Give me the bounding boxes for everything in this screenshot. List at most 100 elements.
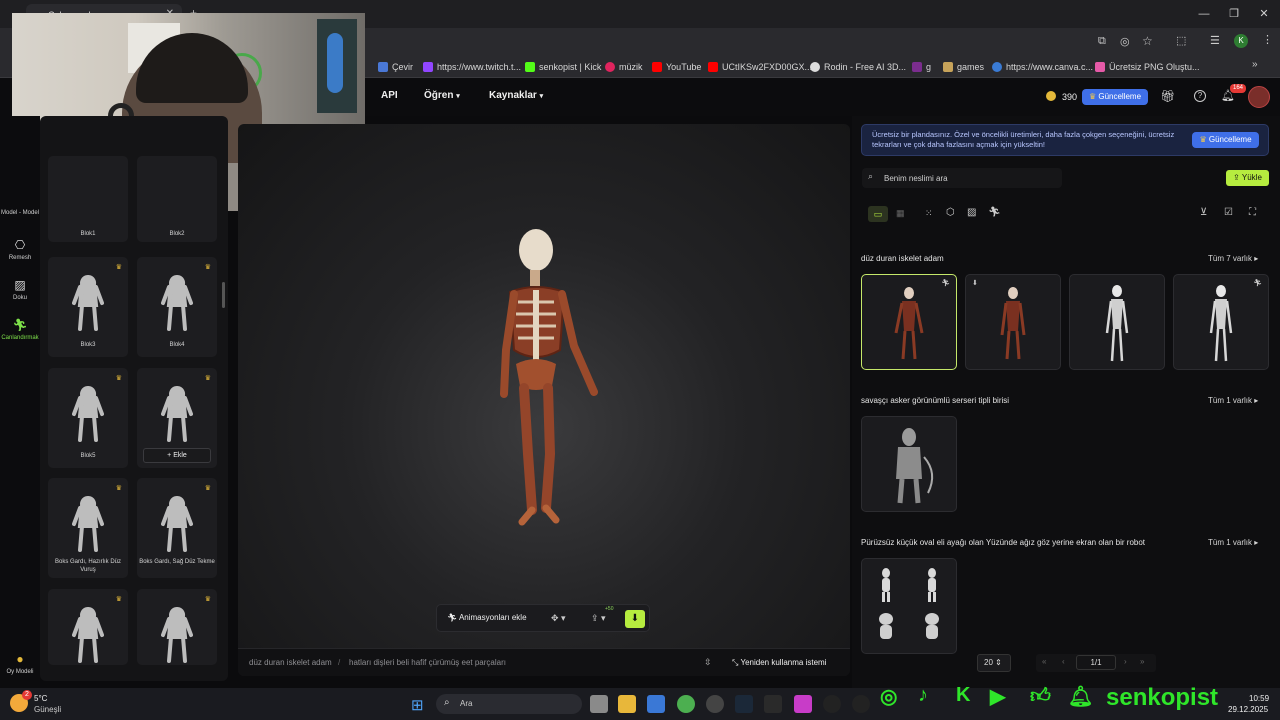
view-all-link[interactable]: Tüm 1 varlık ▸ bbox=[1208, 538, 1258, 547]
breadcrumb-item[interactable]: düz duran iskelet adam bbox=[249, 658, 332, 667]
bookmark-item[interactable]: https://www.twitch.t... bbox=[423, 59, 521, 75]
premium-crown-icon: ♛ bbox=[115, 485, 122, 492]
chrome-icon[interactable] bbox=[677, 695, 695, 713]
nav-learn[interactable]: Öğren ▾ bbox=[424, 90, 460, 101]
steam-icon[interactable] bbox=[735, 695, 753, 713]
reuse-icon: ⤡ bbox=[732, 658, 739, 667]
close-window-icon[interactable]: ✕ bbox=[1256, 6, 1272, 22]
maximize-icon[interactable]: ❐ bbox=[1226, 6, 1242, 22]
scrollbar[interactable] bbox=[222, 282, 225, 308]
bookmark-item[interactable]: g bbox=[912, 59, 931, 75]
bookmark-item[interactable]: https://www.canva.c... bbox=[992, 59, 1093, 75]
windows-start-icon[interactable]: ⊞ bbox=[411, 696, 424, 714]
filter-folder-button[interactable]: ▭ bbox=[868, 206, 888, 222]
store-icon[interactable] bbox=[647, 695, 665, 713]
add-animations-button[interactable]: 🏃︎ Animasyonları ekle bbox=[447, 613, 527, 622]
asset-thumbnail[interactable] bbox=[861, 416, 957, 512]
bookmark-item[interactable]: Rodin - Free AI 3D... bbox=[810, 59, 906, 75]
bookmark-item[interactable]: Çevir bbox=[378, 59, 413, 75]
minimize-icon[interactable]: — bbox=[1196, 6, 1212, 22]
rail-texture[interactable]: ▨ Doku bbox=[0, 278, 40, 301]
prev-page-icon[interactable]: ‹ bbox=[1062, 657, 1065, 666]
screen-cast-icon[interactable]: ⧉ bbox=[1098, 35, 1106, 48]
epic-games-icon[interactable] bbox=[764, 695, 782, 713]
export-dropdown[interactable]: ⇪ ▾ bbox=[591, 613, 606, 624]
fullscreen-icon[interactable]: ⛶ bbox=[1249, 207, 1256, 218]
animation-card[interactable]: ♛ Boks Gardı, Hazırlık Düz Vuruş bbox=[48, 478, 128, 578]
asset-thumbnail[interactable]: 🏃︎ bbox=[1173, 274, 1269, 370]
bookmark-item[interactable]: senkopist | Kick bbox=[525, 59, 601, 75]
taskbar-search[interactable]: ⌕ Ara bbox=[436, 694, 582, 714]
animation-card[interactable]: ♛ bbox=[137, 589, 217, 665]
animation-card[interactable]: ♛ Blok3 bbox=[48, 257, 128, 357]
rail-vote-model[interactable]: ● Oy Modeli bbox=[0, 652, 40, 675]
eye-off-icon[interactable]: ◎ bbox=[1120, 35, 1130, 48]
pose-figure bbox=[161, 496, 193, 552]
bookmark-item[interactable]: müzik bbox=[605, 59, 643, 75]
promo-upgrade-button[interactable]: ♛ Güncelleme bbox=[1192, 132, 1259, 148]
animation-card[interactable]: ♛ Blok4 bbox=[137, 257, 217, 357]
rail-remesh[interactable]: ⎔ Remesh bbox=[0, 238, 40, 261]
gift-icon[interactable]: 🎁︎ bbox=[1160, 89, 1175, 103]
bookmark-star-icon[interactable]: ☆ bbox=[1142, 34, 1153, 48]
animation-card[interactable]: ♛ bbox=[48, 589, 128, 665]
menu-icon[interactable]: ⋮ bbox=[1262, 33, 1273, 46]
bookmark-item[interactable]: games bbox=[943, 59, 984, 75]
grid-view-icon[interactable]: ▦ bbox=[896, 208, 905, 219]
3d-viewport[interactable] bbox=[238, 124, 850, 676]
nav-resources[interactable]: Kaynaklar ▾ bbox=[489, 90, 543, 101]
page-size-select[interactable]: 20 ⇕ bbox=[977, 654, 1011, 672]
pose-dropdown[interactable]: ✥ ▾ bbox=[551, 613, 566, 624]
last-page-icon[interactable]: » bbox=[1140, 657, 1144, 666]
app-icon[interactable] bbox=[794, 695, 812, 713]
bookmark-item[interactable]: Ücretsiz PNG Oluştu... bbox=[1095, 59, 1200, 75]
search-input[interactable]: Benim neslimi ara bbox=[884, 174, 948, 183]
add-animation-button[interactable]: + Ekle bbox=[143, 448, 211, 463]
search-box[interactable]: ⌕ Benim neslimi ara bbox=[862, 168, 1062, 188]
animation-card[interactable]: ♛ Boks Gardı, Sağ Düz Tekme bbox=[137, 478, 217, 578]
animation-card[interactable]: ♛ + Ekle bbox=[137, 368, 217, 468]
next-page-icon[interactable]: › bbox=[1124, 657, 1127, 666]
texture-filter-icon[interactable]: ▨ bbox=[967, 207, 976, 218]
rail-model[interactable]: Model - Model bbox=[0, 210, 40, 216]
reading-list-icon[interactable]: ☰ bbox=[1210, 34, 1220, 47]
animation-card[interactable]: Blok1 bbox=[48, 156, 128, 242]
epic-icon[interactable] bbox=[706, 695, 724, 713]
reuse-prompt-button[interactable]: ⤡ Yeniden kullanma istemi bbox=[732, 658, 826, 668]
upgrade-button[interactable]: ♛ Güncelleme bbox=[1082, 89, 1148, 105]
asset-thumbnail[interactable] bbox=[1069, 274, 1165, 370]
nav-api[interactable]: API bbox=[381, 90, 398, 101]
unreal-icon[interactable] bbox=[823, 695, 841, 713]
animated-icon: 🏃︎ bbox=[941, 280, 950, 287]
breadcrumb-item[interactable]: hatları dişleri beli hafif çürümüş eet p… bbox=[349, 658, 506, 667]
task-view-icon[interactable] bbox=[590, 695, 608, 713]
animation-filter-icon[interactable]: 🏃︎ bbox=[988, 207, 1001, 218]
download-button[interactable]: ⬇ bbox=[625, 610, 645, 628]
expand-icon[interactable]: ⇳ bbox=[704, 657, 712, 668]
select-icon[interactable]: ☑ bbox=[1224, 207, 1233, 218]
cube-icon[interactable]: ⬡ bbox=[946, 207, 955, 218]
help-icon[interactable]: ? bbox=[1194, 90, 1206, 102]
more-bookmarks-icon[interactable]: » bbox=[1252, 59, 1258, 70]
animation-card[interactable]: Blok2 bbox=[137, 156, 217, 242]
page-indicator[interactable]: 1/1 bbox=[1076, 655, 1116, 670]
animation-card[interactable]: ♛ Blok5 bbox=[48, 368, 128, 468]
profile-avatar[interactable]: K bbox=[1234, 34, 1248, 48]
upload-button[interactable]: ⇪ Yükle bbox=[1226, 170, 1269, 186]
file-explorer-icon[interactable] bbox=[618, 695, 636, 713]
view-all-link[interactable]: Tüm 1 varlık ▸ bbox=[1208, 396, 1258, 405]
asset-thumbnail[interactable]: 🏃︎ bbox=[861, 274, 957, 370]
extensions-icon[interactable]: ⬚ bbox=[1176, 34, 1186, 47]
grid-dots-icon[interactable]: ⁙ bbox=[925, 208, 933, 219]
view-all-link[interactable]: Tüm 7 varlık ▸ bbox=[1208, 254, 1258, 263]
bookmark-item[interactable]: YouTube bbox=[652, 59, 701, 75]
filter-clear-icon[interactable]: ⊻ bbox=[1200, 207, 1207, 218]
user-avatar[interactable] bbox=[1248, 86, 1270, 108]
taskbar-search-input[interactable]: Ara bbox=[460, 699, 472, 708]
unreal-icon[interactable] bbox=[852, 695, 870, 713]
rail-animate[interactable]: 🏃︎ Canlandırmak bbox=[0, 318, 40, 341]
bookmark-item[interactable]: UCtIKSw2FXD00GX... bbox=[708, 59, 812, 75]
asset-thumbnail[interactable] bbox=[861, 558, 957, 654]
asset-thumbnail[interactable]: ⬇ bbox=[965, 274, 1061, 370]
first-page-icon[interactable]: « bbox=[1042, 657, 1046, 666]
